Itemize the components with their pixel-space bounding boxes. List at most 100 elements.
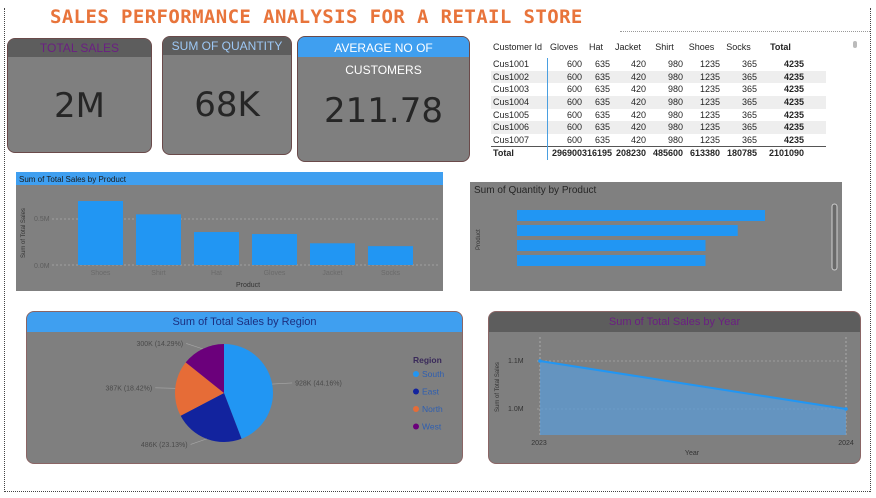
kpi-value-avg-customers: 211.78 <box>324 91 443 131</box>
bar[interactable] <box>136 214 181 265</box>
bar[interactable] <box>78 201 123 265</box>
legend-label[interactable]: South <box>422 369 444 379</box>
bar[interactable] <box>194 232 239 265</box>
customer-product-table[interactable]: Customer Id Gloves Hat Jacket Shirt Shoe… <box>491 40 826 159</box>
leader-line <box>190 438 207 445</box>
table-column-divider <box>547 58 548 160</box>
legend-label[interactable]: North <box>422 404 443 414</box>
table-cell: 4235 <box>783 97 804 108</box>
page-border-left <box>4 8 5 492</box>
table-cell: Cus1002 <box>493 71 530 82</box>
bar[interactable] <box>517 210 765 221</box>
table-cell: 635 <box>594 84 610 95</box>
chart-scrollbar[interactable] <box>831 203 838 271</box>
leader-line <box>186 343 203 350</box>
kpi-card-total-sales[interactable]: TOTAL SALES 2M <box>7 38 152 153</box>
chart-sales-by-year[interactable]: Sum of Total Sales by Year Sum of Total … <box>488 311 861 464</box>
bar[interactable] <box>252 234 297 265</box>
table-body[interactable]: Cus1001 600 635 420 980 1235 365 4235 Cus1002 60… <box>491 58 826 146</box>
leader-line <box>155 387 176 389</box>
x-tick-label: Socks <box>381 270 401 277</box>
table-cell: 1235 <box>699 59 720 69</box>
table-cell: 1235 <box>699 135 720 146</box>
table-cell: 296900 <box>551 148 582 158</box>
chart-sales-by-product[interactable]: Sum of Total Sales by Product Sum of Tot… <box>16 172 443 291</box>
bar[interactable] <box>517 225 738 236</box>
bar[interactable] <box>310 243 355 265</box>
column-header[interactable]: Total <box>757 40 804 55</box>
chart-quantity-by-product-svg: Sum of Quantity by Product Product <box>474 185 838 271</box>
table-cell: 2101090 <box>768 148 804 158</box>
page-border-right <box>870 8 871 492</box>
column-header[interactable]: Hat <box>582 40 610 55</box>
table-cell: Cus1007 <box>493 135 530 146</box>
bar[interactable] <box>517 240 706 251</box>
kpi-card-avg-customers[interactable]: AVERAGE NO OF CUSTOMERS 211.78 <box>297 36 470 162</box>
chart-sales-by-region[interactable]: Sum of Total Sales by Region 928K (44.16… <box>26 311 463 464</box>
table-cell: 1235 <box>699 97 720 108</box>
table-cell: Cus1006 <box>493 122 530 133</box>
column-header[interactable]: Customer Id <box>491 40 546 55</box>
y-tick-label: 1.0M <box>508 406 524 413</box>
table-cell: 365 <box>741 135 757 146</box>
table-cell: 4235 <box>783 122 804 133</box>
legend-label[interactable]: East <box>422 387 440 397</box>
table-cell: 365 <box>741 71 757 82</box>
column-header[interactable]: Shoes <box>683 40 720 55</box>
data-label: 928K (44.16%) <box>295 380 342 387</box>
table-cell: 420 <box>630 97 646 108</box>
table-cell: 365 <box>741 97 757 108</box>
y-axis-label: Sum of Total Sales <box>21 208 27 258</box>
column-header[interactable]: Shirt <box>646 40 683 55</box>
table-cell: 980 <box>667 97 683 108</box>
table-cell: 365 <box>741 59 757 69</box>
bar[interactable] <box>517 255 706 266</box>
data-point[interactable] <box>538 359 542 363</box>
bar[interactable] <box>368 246 413 265</box>
table-row: Cus1003 600 635 420 980 1235 365 4235 <box>491 83 826 96</box>
table-cell: 600 <box>566 135 582 146</box>
legend-label[interactable]: West <box>422 422 442 432</box>
table-cell: 208230 <box>615 148 646 158</box>
kpi-card-sum-quantity[interactable]: SUM OF QUANTITY 68K <box>162 36 292 155</box>
table-cell: 365 <box>741 122 757 133</box>
x-tick-label: 2024 <box>838 440 854 447</box>
legend-marker <box>413 388 419 395</box>
table-cell: 485600 <box>652 148 683 158</box>
table-cell: 600 <box>566 109 582 120</box>
chart-quantity-by-product[interactable]: Sum of Quantity by Product Product <box>470 182 842 291</box>
x-axis-label: Year <box>685 450 700 457</box>
table-total-row: Total 296900 316195 208230 485600 613380 18078… <box>491 146 826 159</box>
table-cell: 4235 <box>783 59 804 69</box>
chart-sales-by-region-svg: 928K (44.16%) 486K (23.13%) 387K (18.42%) 3… <box>106 341 445 449</box>
data-point[interactable] <box>844 407 848 411</box>
table-cell: 420 <box>630 59 646 69</box>
kpi-value-total-sales: 2M <box>54 86 105 126</box>
table-cell: Cus1001 <box>493 59 530 69</box>
table-row: Cus1007 600 635 420 980 1235 365 4235 <box>491 134 826 146</box>
table-cell: 613380 <box>689 148 720 158</box>
table-cell: 980 <box>667 109 683 120</box>
y-tick-label: 1.1M <box>508 358 524 365</box>
table-cell: 980 <box>667 135 683 146</box>
table-cell: Total <box>493 148 514 158</box>
table-cell: 1235 <box>699 84 720 95</box>
x-tick-label: Hat <box>211 270 222 277</box>
chart-sales-by-year-svg: Sum of Total Sales 1.1M 1.0M 2023 2024 Y… <box>495 337 854 457</box>
table-scrollbar[interactable] <box>853 41 857 48</box>
chart-sales-by-product-svg: Sum of Total Sales by Product Sum of Tot… <box>16 172 443 289</box>
page-border-top <box>620 31 870 32</box>
table-cell: 600 <box>566 59 582 69</box>
column-header[interactable]: Jacket <box>610 40 646 55</box>
column-header[interactable]: Gloves <box>546 40 582 55</box>
kpi-label-sum-quantity: SUM OF QUANTITY <box>163 37 291 55</box>
column-header[interactable]: Socks <box>720 40 757 55</box>
x-axis-label: Product <box>236 282 260 289</box>
table-cell: 980 <box>667 84 683 95</box>
table-cell: 600 <box>566 122 582 133</box>
table-cell: 420 <box>630 71 646 82</box>
legend-marker <box>413 423 419 430</box>
leader-line <box>272 382 293 385</box>
table-cell: 420 <box>630 84 646 95</box>
table-cell: 420 <box>630 109 646 120</box>
